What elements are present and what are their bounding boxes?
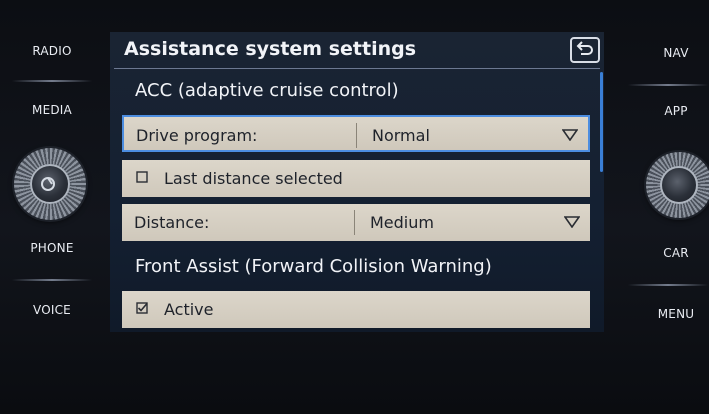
row-divider — [356, 123, 357, 148]
dropdown-triangle-icon — [562, 129, 578, 141]
left-divider-2 — [12, 279, 92, 281]
active-checkbox-row[interactable]: Active — [122, 291, 590, 328]
acc-section-title: ACC (adaptive cruise control) — [135, 80, 399, 101]
app-button[interactable]: APP — [636, 104, 709, 118]
car-button[interactable]: CAR — [636, 246, 709, 260]
tune-knob[interactable] — [646, 152, 709, 218]
checkbox-icon[interactable] — [136, 171, 148, 183]
media-button[interactable]: MEDIA — [12, 103, 92, 117]
voice-button[interactable]: VOICE — [12, 303, 92, 317]
header: Assistance system settings — [110, 32, 604, 68]
front-assist-section-title: Front Assist (Forward Collision Warning) — [135, 256, 492, 277]
drive-program-dropdown[interactable]: Drive program: Normal — [122, 115, 590, 152]
tune-knob-cap — [660, 166, 698, 204]
last-distance-checkbox-row[interactable]: Last distance selected — [122, 160, 590, 197]
dropdown-triangle-icon — [564, 216, 580, 228]
header-divider — [114, 68, 600, 69]
drive-program-label: Drive program: — [136, 126, 258, 145]
volume-knob[interactable] — [14, 148, 86, 220]
power-icon — [30, 164, 70, 204]
scrollbar[interactable] — [600, 72, 603, 172]
bezel: RADIO MEDIA PHONE VOICE NAV APP CAR MENU… — [0, 0, 709, 414]
row-divider — [354, 210, 355, 235]
page-title: Assistance system settings — [124, 38, 417, 60]
last-distance-label: Last distance selected — [164, 169, 343, 188]
menu-button[interactable]: MENU — [636, 307, 709, 321]
right-divider-2 — [628, 284, 708, 286]
drive-program-value: Normal — [372, 126, 430, 145]
radio-button[interactable]: RADIO — [12, 44, 92, 58]
distance-value: Medium — [370, 213, 434, 232]
phone-button[interactable]: PHONE — [12, 241, 92, 255]
distance-label: Distance: — [134, 213, 210, 232]
nav-button[interactable]: NAV — [636, 46, 709, 60]
checkbox-checked-icon[interactable] — [136, 302, 148, 314]
active-label: Active — [164, 300, 214, 319]
back-button[interactable] — [570, 37, 600, 63]
left-divider-1 — [12, 80, 92, 82]
right-divider-1 — [628, 84, 708, 86]
display-screen: Assistance system settings ACC (adaptive… — [110, 32, 604, 332]
back-icon — [576, 41, 593, 55]
distance-dropdown[interactable]: Distance: Medium — [122, 204, 590, 241]
